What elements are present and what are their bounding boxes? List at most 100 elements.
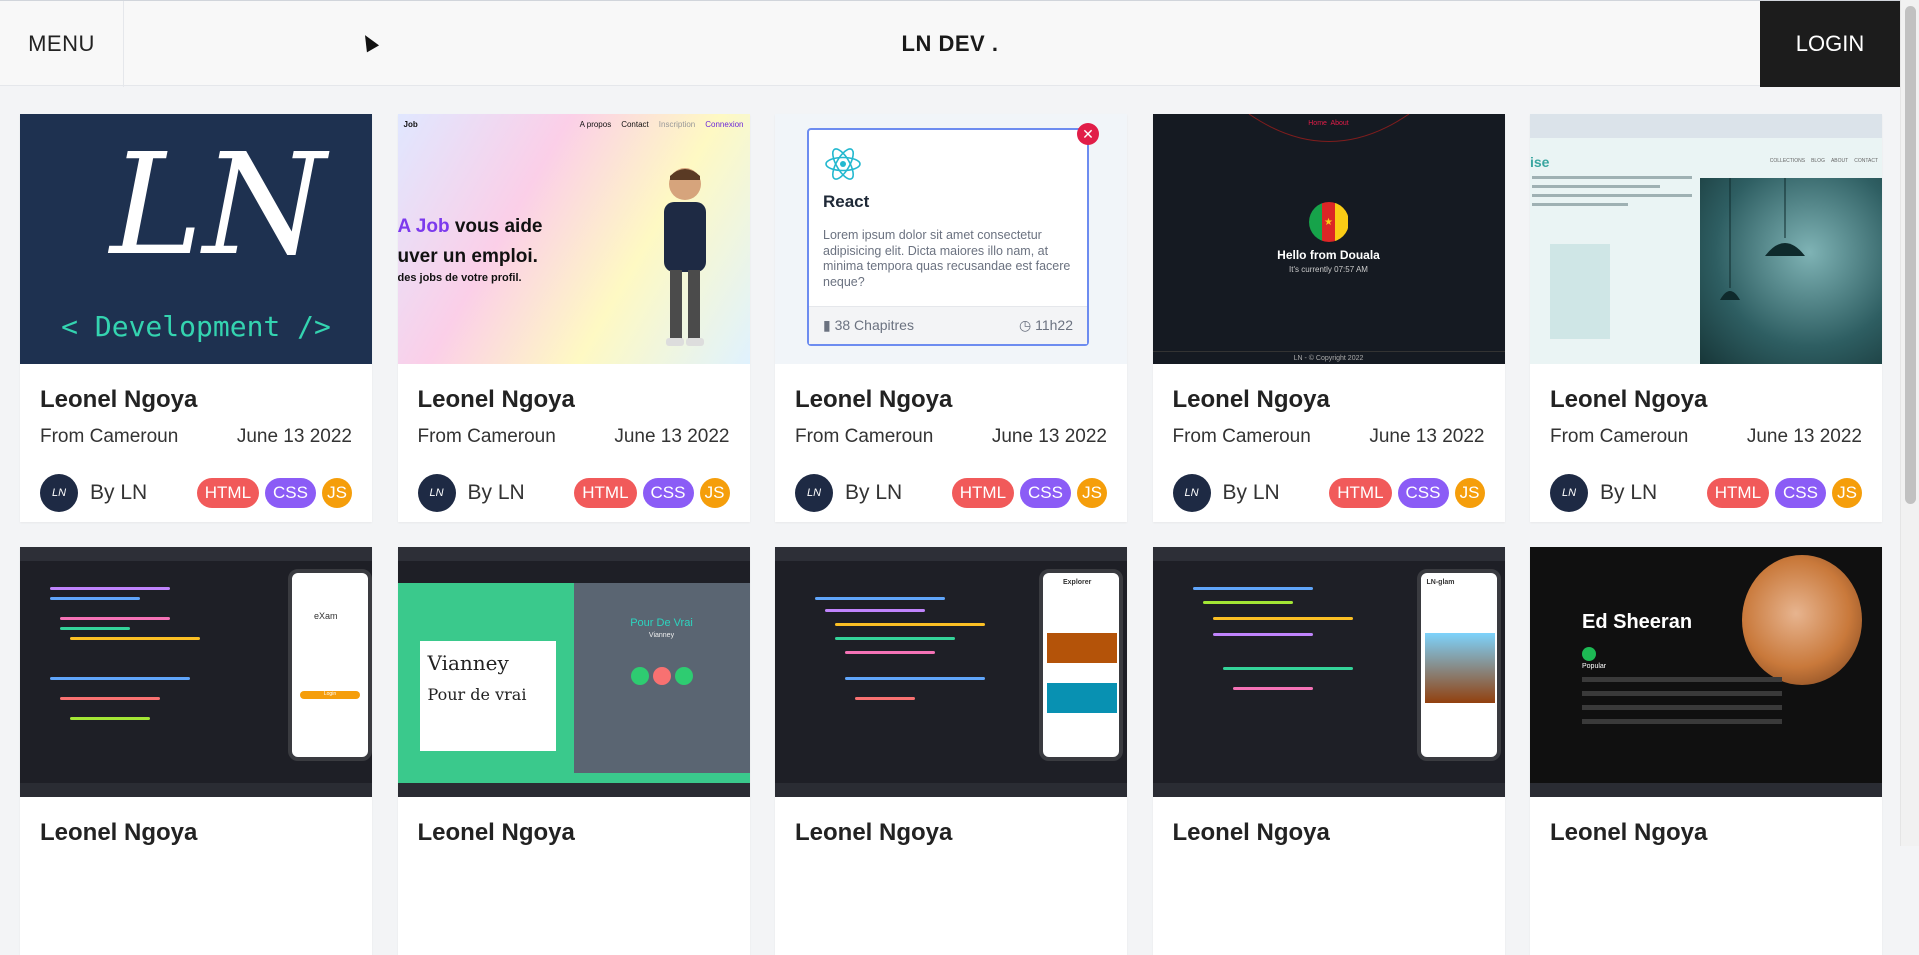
tag-css: CSS xyxy=(642,478,694,508)
card-origin: From Cameroun xyxy=(40,426,179,447)
card-date: June 13 2022 xyxy=(991,426,1107,447)
chapters-count: ▮ 38 Chapitres xyxy=(823,317,914,333)
react-logo-icon xyxy=(825,148,861,180)
card-author: By LN xyxy=(467,481,525,504)
phone-mockup: LN-glam xyxy=(1416,569,1501,761)
taskbar xyxy=(775,783,1127,797)
project-card[interactable]: Vianney Pour de vrai Pour De Vrai Vianne… xyxy=(397,547,750,955)
react-description: Lorem ipsum dolor sit amet consectetur a… xyxy=(823,228,1071,289)
react-course-card: React Lorem ipsum dolor sit amet consect… xyxy=(807,128,1089,346)
project-thumbnail[interactable]: LN-glam xyxy=(1152,547,1505,797)
brand-logo: LN DEV . xyxy=(901,31,999,56)
lamp-nav-item: COLLECTIONS xyxy=(1769,158,1806,164)
tag-js: JS xyxy=(1454,478,1485,508)
author-avatar: LN xyxy=(1550,474,1588,512)
card-date: June 13 2022 xyxy=(614,426,730,447)
project-thumbnail[interactable]: LN < Development /> xyxy=(20,114,372,364)
album-title: Vianney xyxy=(427,651,509,675)
project-thumbnail[interactable]: Ed Sheeran Popular xyxy=(1530,547,1882,797)
lamp-shade-icon xyxy=(1720,178,1805,300)
phone-mockup: Explorer xyxy=(1039,569,1123,761)
project-card[interactable]: LN < Development /> Leonel Ngoya From Ca… xyxy=(20,114,372,522)
project-card[interactable]: ise COLLECTIONS BLOG ABOUT CONTACT Leone… xyxy=(1530,114,1882,522)
project-grid: LN < Development /> Leonel Ngoya From Ca… xyxy=(20,114,1883,955)
project-card[interactable]: React Lorem ipsum dolor sit amet consect… xyxy=(775,114,1127,522)
tag-html: HTML xyxy=(1706,478,1770,508)
project-card[interactable]: LN-glam Leonel Ngoya xyxy=(1152,547,1505,955)
tag-html: HTML xyxy=(196,478,260,508)
chart-bars-icon: ▮ xyxy=(823,317,835,333)
card-origin: From Cameroun xyxy=(1550,426,1689,447)
author-avatar: LN xyxy=(795,474,833,512)
author-avatar: LN xyxy=(417,474,456,512)
clock-icon: ◷ xyxy=(1018,317,1036,333)
lamp-nav-item: ABOUT xyxy=(1830,158,1849,164)
phone-mockup: eXam Login xyxy=(288,569,372,761)
lamp-photo xyxy=(1700,178,1882,364)
artist-photo xyxy=(1742,555,1862,685)
project-card[interactable]: Home About ★ Hello from Douala It's curr… xyxy=(1152,114,1505,522)
prev-icon xyxy=(630,667,649,685)
swatch-block xyxy=(1550,244,1610,339)
album-card: Vianney Pour de vrai xyxy=(419,641,556,751)
project-thumbnail[interactable]: React Lorem ipsum dolor sit amet consect… xyxy=(775,114,1127,364)
taskbar xyxy=(1152,783,1505,797)
project-thumbnail[interactable]: Vianney Pour de vrai Pour De Vrai Vianne… xyxy=(397,547,750,797)
popular-heading: Popular xyxy=(1582,663,1607,670)
character-illustration xyxy=(663,168,706,346)
job-headline: A Job vous aide uver un emploi. xyxy=(397,216,543,267)
project-thumbnail[interactable]: eXam Login xyxy=(20,547,372,797)
login-button[interactable]: LOGIN xyxy=(1760,1,1900,87)
duration: ◷ 11h22 xyxy=(1018,317,1073,333)
browser-bar xyxy=(1530,114,1882,138)
project-thumbnail[interactable]: Job A propos Contact Inscription Connexi… xyxy=(397,114,750,364)
lamp-shop-logo: ise xyxy=(1530,154,1550,170)
lamp-nav-item: CONTACT xyxy=(1854,158,1878,164)
card-author: By LN xyxy=(1222,481,1280,504)
cameroon-flag-icon: ★ xyxy=(1308,202,1349,242)
card-title: Leonel Ngoya xyxy=(795,386,953,413)
job-brand: Job xyxy=(403,120,418,129)
card-title: Leonel Ngoya xyxy=(1550,386,1708,413)
project-card[interactable]: Job A propos Contact Inscription Connexi… xyxy=(397,114,750,522)
card-origin: From Cameroun xyxy=(795,426,934,447)
project-thumbnail[interactable]: ise COLLECTIONS BLOG ABOUT CONTACT xyxy=(1530,114,1882,364)
project-card[interactable]: Explorer Leonel Ngoya xyxy=(775,547,1127,955)
text-placeholder xyxy=(1532,176,1692,212)
card-origin: From Cameroun xyxy=(1172,426,1311,447)
douala-nav-item: About xyxy=(1330,120,1349,127)
card-title: Leonel Ngoya xyxy=(417,819,575,846)
project-card[interactable]: eXam Login Leonel Ngoya xyxy=(20,547,372,955)
editor-titlebar xyxy=(20,547,372,561)
scrollbar-thumb[interactable] xyxy=(1905,6,1916,504)
card-title: Leonel Ngoya xyxy=(1172,386,1330,413)
tag-css: CSS xyxy=(265,478,316,508)
booking-app-title: Explorer xyxy=(1063,579,1092,586)
development-caption: < Development /> xyxy=(61,310,331,343)
card-title: Leonel Ngoya xyxy=(417,386,575,413)
menu-button[interactable]: MENU xyxy=(0,1,124,87)
job-nav-item: Inscription xyxy=(658,120,696,129)
project-thumbnail[interactable]: Explorer xyxy=(775,547,1127,797)
page-scrollbar[interactable] xyxy=(1900,0,1919,846)
exam-login-button: Login xyxy=(300,691,360,699)
exam-app-name: eXam xyxy=(314,611,338,621)
taskbar xyxy=(1530,783,1882,797)
card-origin: From Cameroun xyxy=(417,426,556,447)
tag-css: CSS xyxy=(1775,478,1826,508)
douala-nav-item: Home xyxy=(1308,120,1327,127)
browser-titlebar xyxy=(397,547,750,561)
job-nav-item: Connexion xyxy=(705,120,744,129)
tag-html: HTML xyxy=(1329,478,1392,508)
project-card[interactable]: Ed Sheeran Popular Leonel Ngoya xyxy=(1530,547,1882,955)
ln-logo-script: LN xyxy=(110,124,326,287)
social-app-title: LN-glam xyxy=(1426,579,1455,586)
close-icon: ✕ xyxy=(1077,123,1099,145)
album-subtitle: Pour de vrai xyxy=(427,685,527,704)
card-date: June 13 2022 xyxy=(236,426,352,447)
hello-text: Hello from Douala xyxy=(1277,248,1380,262)
tag-js: JS xyxy=(322,478,352,508)
project-thumbnail[interactable]: Home About ★ Hello from Douala It's curr… xyxy=(1152,114,1505,364)
author-avatar: LN xyxy=(40,474,78,512)
job-nav-item: A propos xyxy=(579,120,612,129)
